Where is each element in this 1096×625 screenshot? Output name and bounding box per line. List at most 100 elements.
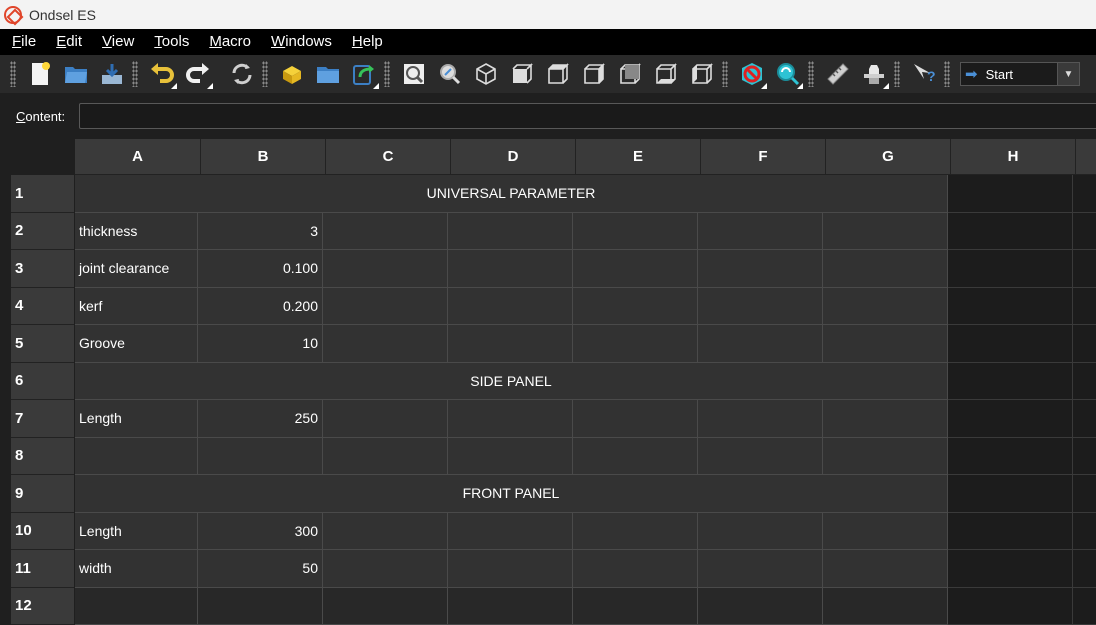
cell-d8[interactable]: [448, 438, 573, 476]
merged-cell-row-1[interactable]: UNIVERSAL PARAMETER: [75, 175, 948, 213]
undo-icon[interactable]: [146, 58, 178, 90]
cell-b10[interactable]: 300: [198, 513, 323, 551]
cell-i8[interactable]: [1073, 438, 1096, 476]
cell-a3[interactable]: joint clearance: [75, 250, 198, 288]
cell-c7[interactable]: [323, 400, 448, 438]
cell-d12[interactable]: [448, 588, 573, 625]
cell-c3[interactable]: [323, 250, 448, 288]
folder-icon[interactable]: [312, 58, 344, 90]
column-header-g[interactable]: G: [826, 139, 951, 175]
sync-view-icon[interactable]: [772, 58, 804, 90]
workbench-selector[interactable]: ➡ Start ▼: [960, 62, 1080, 86]
redo-icon[interactable]: [182, 58, 214, 90]
cell-d3[interactable]: [448, 250, 573, 288]
cell-a8[interactable]: [75, 438, 198, 476]
column-header-i[interactable]: [1076, 139, 1096, 175]
cell-g11[interactable]: [823, 550, 948, 588]
column-header-b[interactable]: B: [201, 139, 326, 175]
cell-f8[interactable]: [698, 438, 823, 476]
cell-h1[interactable]: [948, 175, 1073, 213]
toolbar-grip[interactable]: [384, 61, 390, 87]
cell-a11[interactable]: width: [75, 550, 198, 588]
row-header-4[interactable]: 4: [11, 288, 74, 326]
toolbar-grip[interactable]: [262, 61, 268, 87]
cell-i1[interactable]: [1073, 175, 1096, 213]
save-icon[interactable]: [96, 58, 128, 90]
cell-b7[interactable]: 250: [198, 400, 323, 438]
sheet-corner[interactable]: [0, 137, 75, 175]
rear-view-icon[interactable]: [614, 58, 646, 90]
export-icon[interactable]: [348, 58, 380, 90]
cell-e4[interactable]: [573, 288, 698, 326]
cell-i5[interactable]: [1073, 325, 1096, 363]
right-view-icon[interactable]: [578, 58, 610, 90]
cell-a5[interactable]: Groove: [75, 325, 198, 363]
cell-i4[interactable]: [1073, 288, 1096, 326]
cell-e12[interactable]: [573, 588, 698, 625]
cell-h6[interactable]: [948, 363, 1073, 401]
menu-view[interactable]: View: [90, 29, 142, 55]
cell-f7[interactable]: [698, 400, 823, 438]
cell-h5[interactable]: [948, 325, 1073, 363]
cell-a10[interactable]: Length: [75, 513, 198, 551]
cell-h3[interactable]: [948, 250, 1073, 288]
cell-h7[interactable]: [948, 400, 1073, 438]
row-header-10[interactable]: 10: [11, 513, 74, 551]
cell-f3[interactable]: [698, 250, 823, 288]
fit-selection-icon[interactable]: [434, 58, 466, 90]
cell-b2[interactable]: 3: [198, 213, 323, 251]
toolbar-grip[interactable]: [808, 61, 814, 87]
workbench-icon[interactable]: [858, 58, 890, 90]
cell-c10[interactable]: [323, 513, 448, 551]
whats-this-icon[interactable]: ?: [908, 58, 940, 90]
cell-a2[interactable]: thickness: [75, 213, 198, 251]
cell-b8[interactable]: [198, 438, 323, 476]
cell-h2[interactable]: [948, 213, 1073, 251]
menu-windows[interactable]: Windows: [259, 29, 340, 55]
cell-i3[interactable]: [1073, 250, 1096, 288]
front-view-icon[interactable]: [506, 58, 538, 90]
cell-d7[interactable]: [448, 400, 573, 438]
cell-c11[interactable]: [323, 550, 448, 588]
cell-d5[interactable]: [448, 325, 573, 363]
toolbar-grip[interactable]: [10, 61, 16, 87]
cell-e11[interactable]: [573, 550, 698, 588]
row-header-6[interactable]: 6: [11, 363, 74, 401]
content-input[interactable]: [79, 103, 1096, 129]
cell-g4[interactable]: [823, 288, 948, 326]
cell-d4[interactable]: [448, 288, 573, 326]
row-header-1[interactable]: 1: [11, 175, 74, 213]
menu-file[interactable]: File: [0, 29, 44, 55]
cell-f10[interactable]: [698, 513, 823, 551]
cell-e5[interactable]: [573, 325, 698, 363]
part-icon[interactable]: [276, 58, 308, 90]
fit-all-icon[interactable]: [398, 58, 430, 90]
toolbar-grip[interactable]: [894, 61, 900, 87]
bottom-view-icon[interactable]: [650, 58, 682, 90]
cell-i9[interactable]: [1073, 475, 1096, 513]
menu-tools[interactable]: Tools: [142, 29, 197, 55]
cell-i11[interactable]: [1073, 550, 1096, 588]
cell-i12[interactable]: [1073, 588, 1096, 625]
column-header-f[interactable]: F: [701, 139, 826, 175]
dropdown-arrow-icon[interactable]: [207, 77, 213, 89]
cell-a7[interactable]: Length: [75, 400, 198, 438]
left-view-icon[interactable]: [686, 58, 718, 90]
cell-e10[interactable]: [573, 513, 698, 551]
cell-g10[interactable]: [823, 513, 948, 551]
cell-d2[interactable]: [448, 213, 573, 251]
cell-d10[interactable]: [448, 513, 573, 551]
row-header-8[interactable]: 8: [11, 438, 74, 476]
cell-g3[interactable]: [823, 250, 948, 288]
refresh-icon[interactable]: [226, 58, 258, 90]
cell-f11[interactable]: [698, 550, 823, 588]
menu-edit[interactable]: Edit: [44, 29, 90, 55]
cell-h8[interactable]: [948, 438, 1073, 476]
cell-e2[interactable]: [573, 213, 698, 251]
no-draw-style-icon[interactable]: [736, 58, 768, 90]
dropdown-arrow-icon[interactable]: [373, 77, 379, 89]
cell-h4[interactable]: [948, 288, 1073, 326]
cell-i6[interactable]: [1073, 363, 1096, 401]
cell-a12[interactable]: [75, 588, 198, 625]
cell-b3[interactable]: 0.100: [198, 250, 323, 288]
